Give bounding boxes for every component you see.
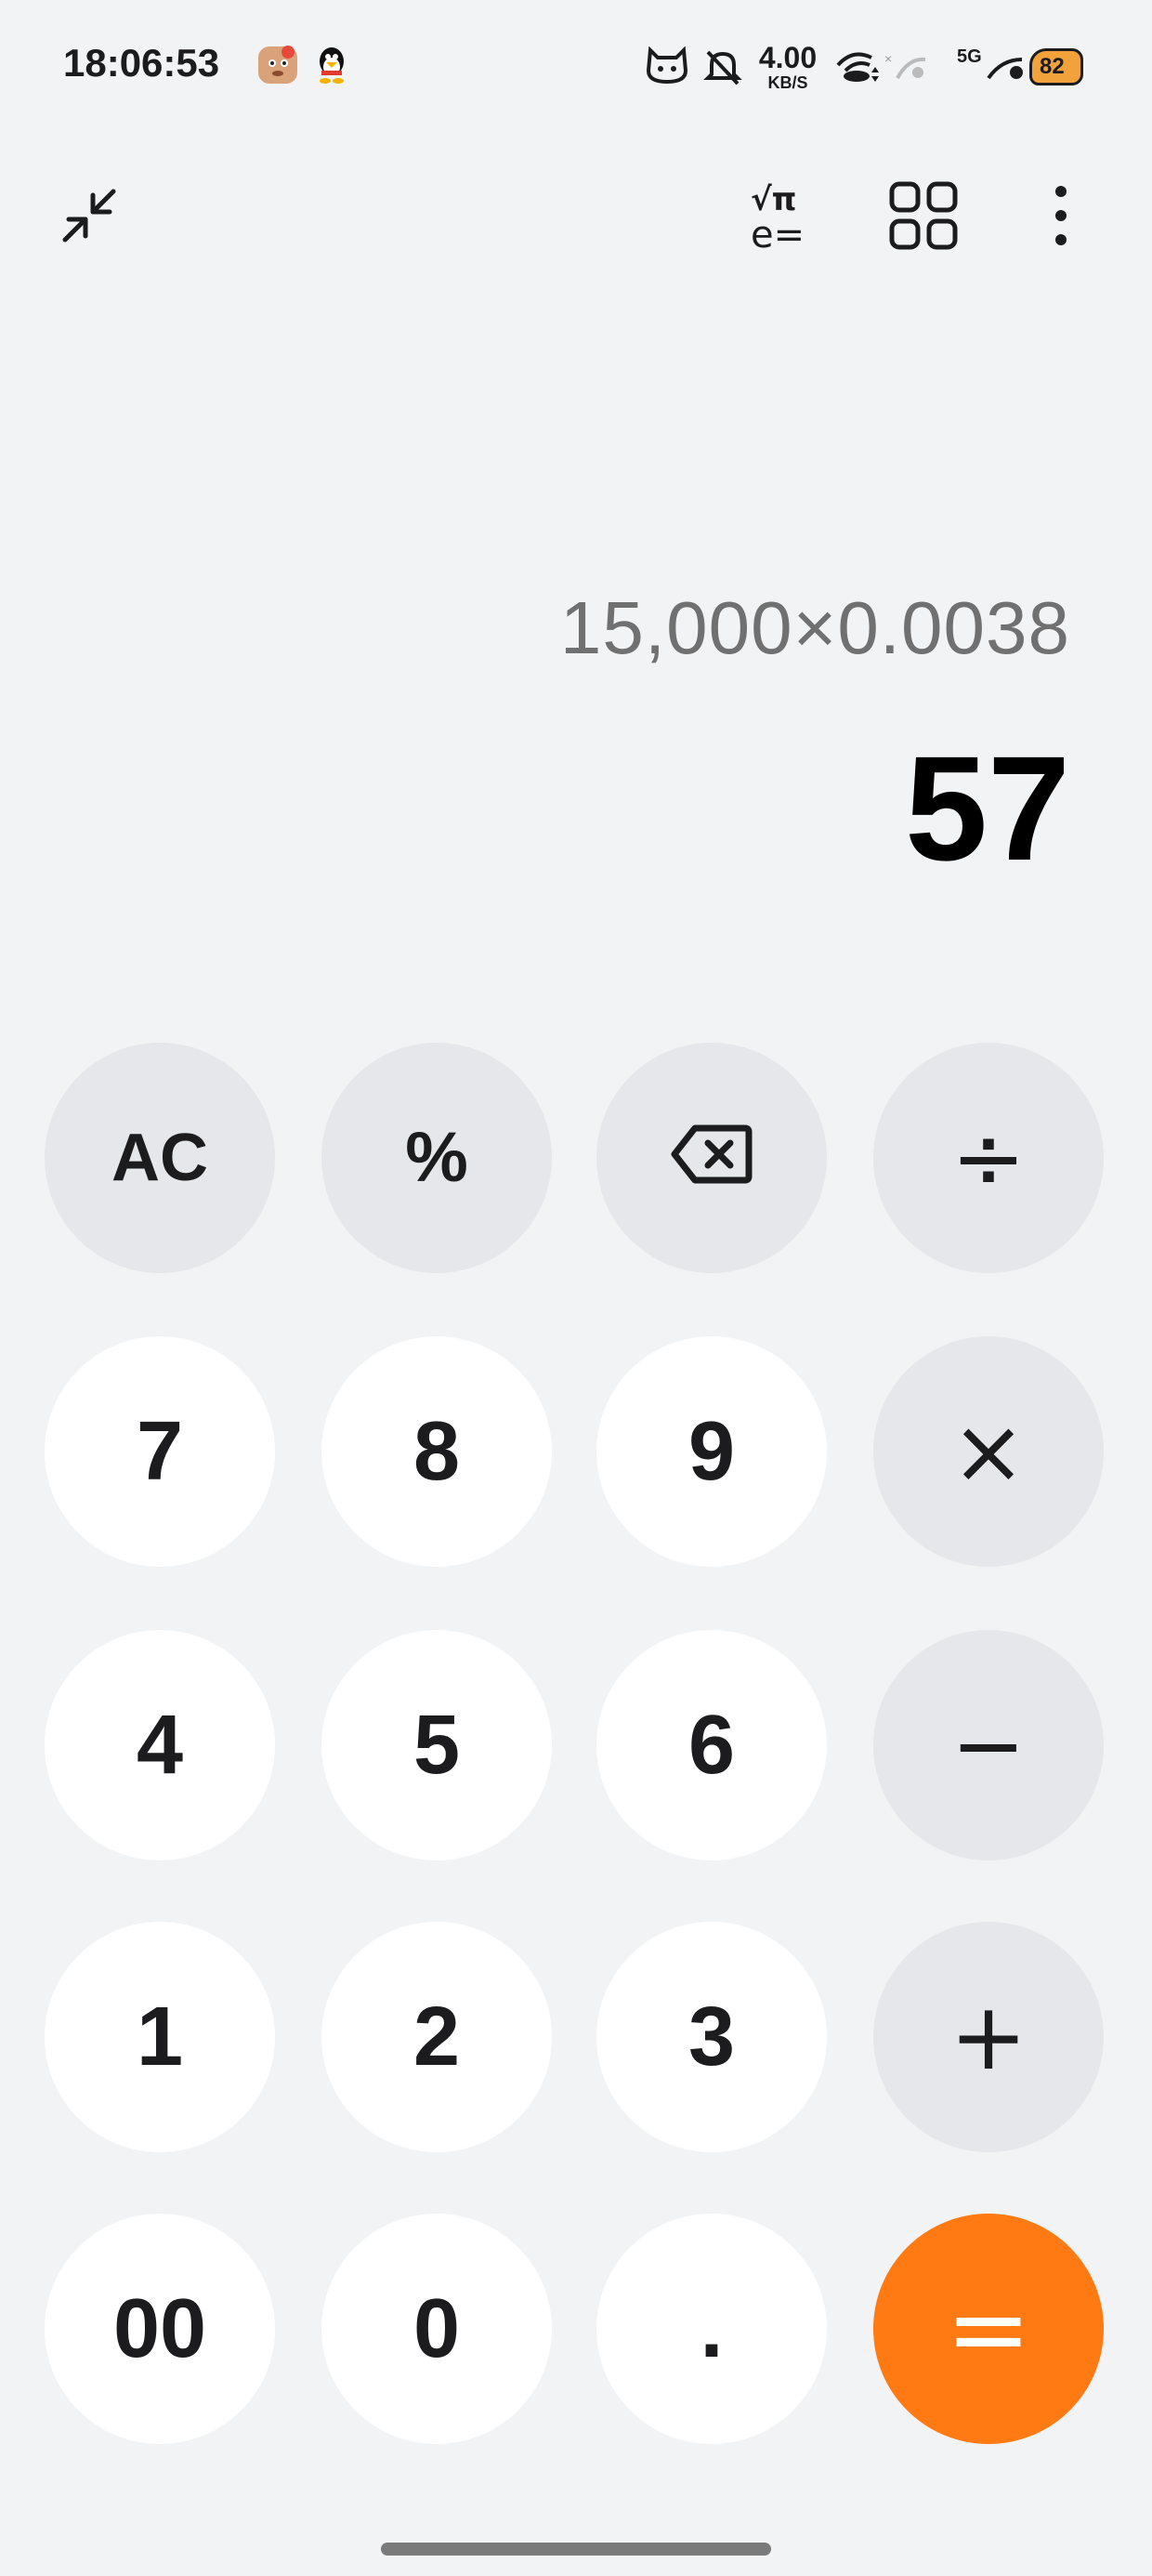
digit-7-label: 7 <box>136 1405 184 1498</box>
subtract-button[interactable]: − <box>873 1630 1104 1860</box>
net-speed-value: 4.00 <box>758 41 818 74</box>
status-bar: 18:06:53 4.00 KB/S × 5G 82 <box>0 0 1152 139</box>
clear-button[interactable]: AC <box>45 1043 275 1273</box>
cat-face-icon <box>645 46 689 90</box>
digit-4-button[interactable]: 4 <box>45 1630 275 1860</box>
scientific-mode-icon: √π e= <box>747 177 825 259</box>
digit-0-button[interactable]: 0 <box>321 2214 552 2444</box>
qq-penguin-icon <box>310 43 353 85</box>
digit-0-label: 0 <box>412 2282 461 2375</box>
multiply-button[interactable]: × <box>873 1336 1104 1567</box>
net-speed: 4.00 KB/S <box>751 43 825 91</box>
decimal-label: . <box>700 2282 724 2375</box>
digit-1-label: 1 <box>136 1991 184 2083</box>
digit-2-label: 2 <box>412 1991 461 2083</box>
more-options-icon <box>1052 182 1070 254</box>
divide-label: ÷ <box>950 1106 1027 1210</box>
digit-3-button[interactable]: 3 <box>596 1922 827 2152</box>
equals-label: = <box>945 2269 1032 2388</box>
expression-display: 15,000×0.0038 <box>559 586 1070 669</box>
mute-icon <box>702 46 743 92</box>
digit-6-button[interactable]: 6 <box>596 1630 827 1860</box>
converter-grid-icon <box>888 180 959 256</box>
decimal-button[interactable]: . <box>596 2214 827 2444</box>
digit-8-button[interactable]: 8 <box>321 1336 552 1567</box>
digit-4-label: 4 <box>136 1699 184 1792</box>
converter-button[interactable] <box>883 177 964 258</box>
network-type: 5G <box>957 46 982 67</box>
digit-3-label: 3 <box>687 1991 736 2083</box>
cartoon-app-icon <box>256 43 299 85</box>
digit-7-button[interactable]: 7 <box>45 1336 275 1567</box>
more-options-button[interactable] <box>1020 177 1102 258</box>
backspace-button[interactable] <box>596 1043 827 1273</box>
double-zero-label: 00 <box>112 2282 207 2375</box>
signal-icon <box>985 50 1029 92</box>
digit-5-label: 5 <box>412 1699 461 1792</box>
divide-button[interactable]: ÷ <box>873 1043 1104 1273</box>
multiply-label: × <box>950 1400 1027 1504</box>
double-zero-button[interactable]: 00 <box>45 2214 275 2444</box>
collapse-button[interactable] <box>48 177 130 258</box>
battery-icon: 82 <box>1029 48 1083 85</box>
battery-level: 82 <box>1040 54 1065 79</box>
percent-button[interactable]: % <box>321 1043 552 1273</box>
add-label: + <box>949 1982 1028 2091</box>
digit-8-label: 8 <box>412 1405 461 1498</box>
collapse-icon <box>56 182 123 254</box>
subtract-label: − <box>950 1693 1027 1797</box>
signal-icon: × <box>884 50 929 92</box>
svg-text:e=: e= <box>751 214 805 255</box>
percent-label: % <box>405 1118 468 1197</box>
wifi-icon <box>834 45 886 94</box>
digit-5-button[interactable]: 5 <box>321 1630 552 1860</box>
digit-9-label: 9 <box>687 1405 736 1498</box>
svg-text:×: × <box>884 51 892 66</box>
net-speed-unit: KB/S <box>767 73 808 92</box>
digit-9-button[interactable]: 9 <box>596 1336 827 1567</box>
backspace-icon <box>671 1111 753 1206</box>
equals-button[interactable]: = <box>873 2214 1104 2444</box>
digit-6-label: 6 <box>687 1699 736 1792</box>
scientific-mode-button[interactable]: √π e= <box>745 177 827 258</box>
add-button[interactable]: + <box>873 1922 1104 2152</box>
digit-1-button[interactable]: 1 <box>45 1922 275 2152</box>
svg-text:√π: √π <box>751 181 797 218</box>
result-display: 57 <box>905 725 1070 891</box>
clear-label: AC <box>111 1121 208 1195</box>
home-indicator[interactable] <box>381 2543 771 2556</box>
status-time: 18:06:53 <box>63 41 220 85</box>
digit-2-button[interactable]: 2 <box>321 1922 552 2152</box>
